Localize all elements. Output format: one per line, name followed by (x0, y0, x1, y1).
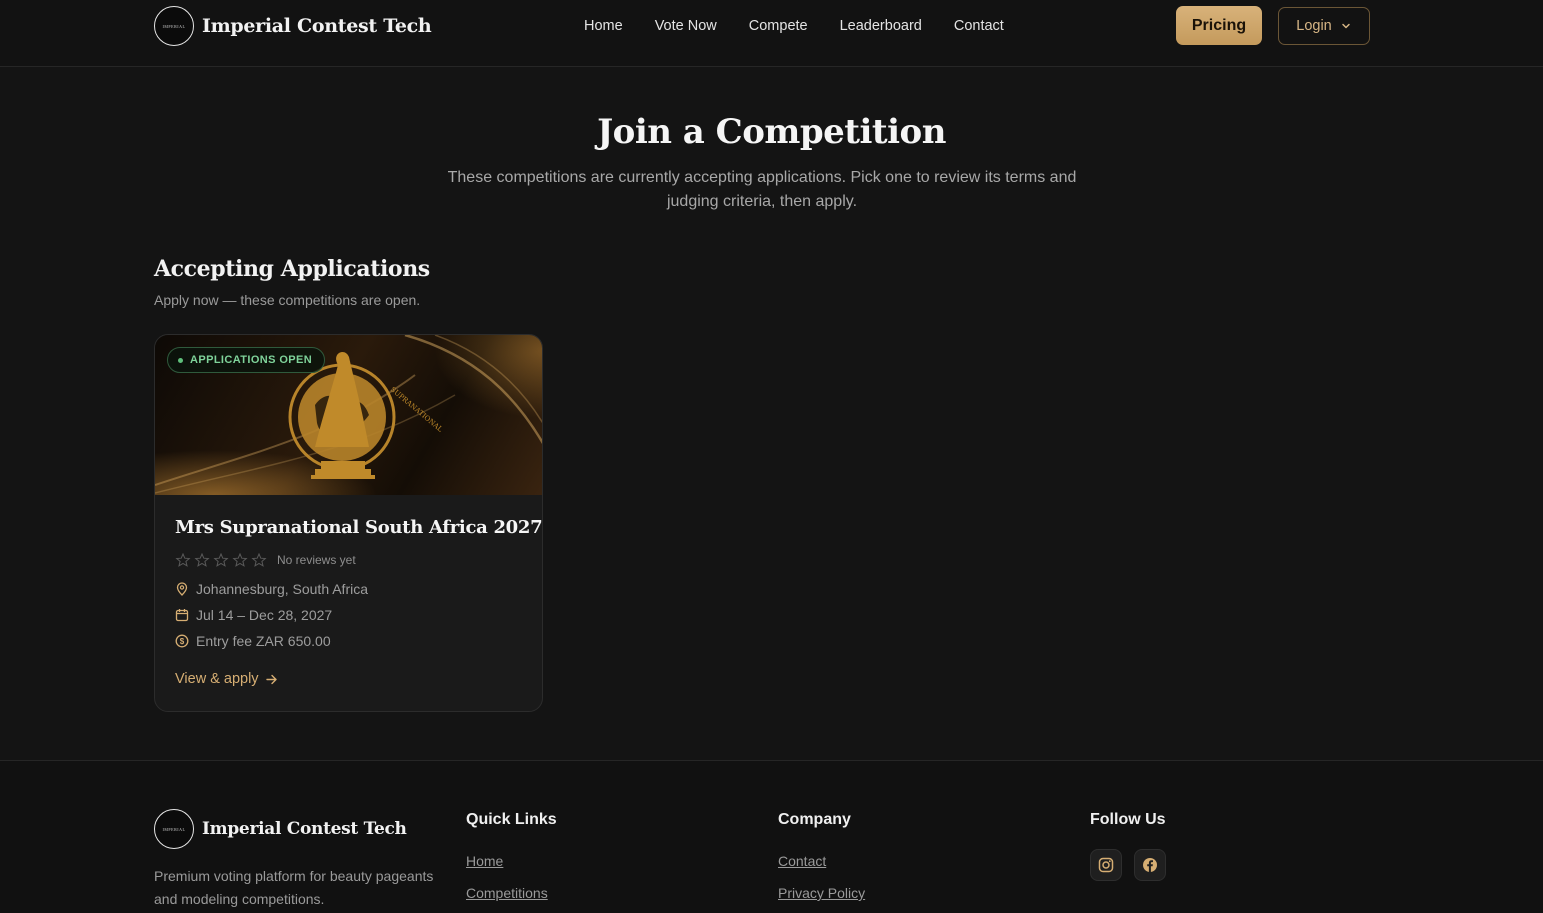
arrow-right-icon (265, 674, 277, 684)
status-badge: APPLICATIONS OPEN (167, 347, 326, 373)
brand-name: Imperial Contest Tech (202, 15, 432, 37)
nav-leaderboard[interactable]: Leaderboard (840, 18, 922, 34)
view-apply-link[interactable]: View & apply (175, 671, 278, 687)
svg-text:SUPRANATIONAL: SUPRANATIONAL (389, 385, 445, 433)
star-icon (194, 553, 210, 567)
fee-row: $ Entry fee ZAR 650.00 (175, 633, 331, 649)
location-row: Johannesburg, South Africa (175, 581, 368, 597)
card-body: Mrs Supranational South Africa 2027 No r… (175, 517, 543, 687)
page-title: Join a Competition (597, 112, 946, 152)
main-nav: Home Vote Now Compete Leaderboard Contac… (584, 0, 1036, 52)
site-header: IMPERIAL Imperial Contest Tech Home Vote… (0, 0, 1543, 67)
nav-contact[interactable]: Contact (954, 18, 1004, 34)
brand-logo: IMPERIAL (154, 6, 194, 46)
fee-text: Entry fee ZAR 650.00 (196, 633, 331, 649)
star-icon (232, 553, 248, 567)
follow-title: Follow Us (1090, 811, 1166, 828)
star-icon (213, 553, 229, 567)
competition-title: Mrs Supranational South Africa 2027 (175, 517, 543, 538)
footer-logo: IMPERIAL (154, 809, 194, 849)
footer-link-home[interactable]: Home (466, 853, 503, 869)
svg-text:$: $ (180, 637, 185, 646)
star-icon (175, 553, 191, 567)
star-icon (251, 553, 267, 567)
instagram-button[interactable] (1090, 849, 1122, 881)
instagram-icon (1098, 857, 1114, 873)
dates-text: Jul 14 – Dec 28, 2027 (196, 607, 333, 623)
nav-home[interactable]: Home (584, 18, 623, 34)
site-footer: IMPERIAL Imperial Contest Tech Premium v… (0, 760, 1543, 913)
company-title: Company (778, 811, 851, 828)
login-button[interactable]: Login (1278, 7, 1370, 45)
footer-brand[interactable]: IMPERIAL Imperial Contest Tech (154, 809, 407, 849)
star-rating (175, 553, 267, 567)
page-subtitle: These competitions are currently accepti… (447, 169, 1077, 210)
dates-row: Jul 14 – Dec 28, 2027 (175, 607, 332, 623)
footer-logo-text: IMPERIAL (162, 826, 186, 832)
calendar-icon (175, 609, 189, 622)
nav-vote-now[interactable]: Vote Now (655, 18, 717, 34)
quick-links-title: Quick Links (466, 811, 557, 828)
facebook-button[interactable] (1134, 849, 1166, 881)
footer-link-privacy[interactable]: Privacy Policy (778, 885, 865, 901)
status-dot (178, 357, 183, 363)
competition-banner-image: SUPRANATIONAL APPLICATIONS OPEN (155, 335, 542, 495)
status-badge-label: APPLICATIONS OPEN (190, 354, 313, 366)
login-label: Login (1296, 18, 1332, 34)
dollar-circle-icon: $ (175, 634, 189, 648)
location-text: Johannesburg, South Africa (196, 581, 369, 597)
logo-text: IMPERIAL (162, 23, 186, 29)
quick-links-column: Quick Links Home Competitions (466, 811, 557, 901)
map-pin-icon (176, 582, 188, 596)
footer-description: Premium voting platform for beauty pagea… (154, 868, 434, 907)
competition-card[interactable]: SUPRANATIONAL APPLICATIONS OPEN Mrs Supr… (154, 334, 543, 712)
brand-home-link[interactable]: IMPERIAL Imperial Contest Tech (154, 6, 432, 46)
footer-link-contact[interactable]: Contact (778, 853, 826, 869)
follow-column: Follow Us (1090, 811, 1166, 829)
reviews-count: No reviews yet (277, 553, 356, 567)
chevron-down-icon (1341, 23, 1350, 29)
view-apply-label: View & apply (175, 671, 259, 687)
section-title: Accepting Applications (154, 256, 430, 282)
nav-compete[interactable]: Compete (749, 18, 808, 34)
section-subtitle: Apply now — these competitions are open. (154, 292, 421, 308)
rating-row: No reviews yet (175, 553, 356, 567)
company-column: Company Contact Privacy Policy (778, 811, 865, 901)
pricing-button[interactable]: Pricing (1176, 6, 1262, 45)
facebook-icon (1143, 858, 1157, 872)
footer-link-competitions[interactable]: Competitions (466, 885, 548, 901)
footer-brand-name: Imperial Contest Tech (202, 819, 407, 839)
